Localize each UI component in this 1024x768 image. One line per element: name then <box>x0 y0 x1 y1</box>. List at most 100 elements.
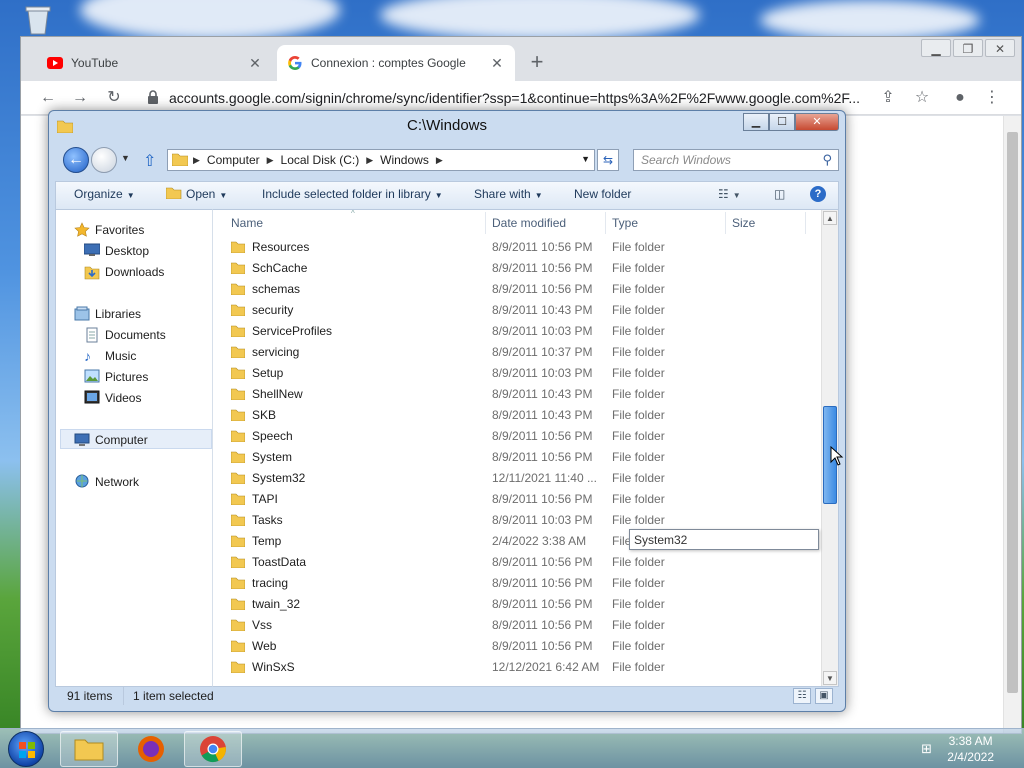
address-bar[interactable]: ▶ Computer ▶ Local Disk (C:) ▶ Windows ▶… <box>167 149 595 171</box>
file-row[interactable]: security 8/9/2011 10:43 PM File folder <box>230 300 811 321</box>
firefox-taskbar-button[interactable] <box>122 731 180 767</box>
share-with-button[interactable]: Share with ▼ <box>474 187 543 201</box>
recent-locations-icon[interactable]: ▼ <box>121 153 130 163</box>
address-bar[interactable]: accounts.google.com/signin/chrome/sync/i… <box>169 90 860 106</box>
forward-arrow-icon[interactable]: → <box>71 89 89 107</box>
file-row[interactable]: Resources 8/9/2011 10:56 PM File folder <box>230 237 811 258</box>
nav-documents[interactable]: Documents <box>84 327 166 343</box>
nav-music[interactable]: ♪ Music <box>84 348 136 364</box>
organize-button[interactable]: Organize ▼ <box>74 187 135 201</box>
maximize-button[interactable]: ❐ <box>953 39 983 57</box>
folder-icon <box>230 429 246 443</box>
bookmark-star-icon[interactable]: ☆ <box>913 89 931 107</box>
preview-pane-icon[interactable]: ◫ <box>774 187 785 201</box>
forward-button[interactable] <box>91 147 117 173</box>
file-row[interactable]: Speech 8/9/2011 10:56 PM File folder <box>230 426 811 447</box>
nav-network[interactable]: Network <box>74 474 139 490</box>
tab-google-signin[interactable]: Connexion : comptes Google ✕ <box>277 45 515 81</box>
file-row[interactable]: System32 12/11/2021 11:40 ... File folder <box>230 468 811 489</box>
breadcrumb-computer[interactable]: Computer <box>203 153 264 167</box>
open-button[interactable]: Open ▼ <box>165 187 227 201</box>
minimize-button[interactable]: ▁ <box>921 39 951 57</box>
minimize-button[interactable]: ▁ <box>743 113 769 131</box>
maximize-button[interactable]: ☐ <box>769 113 795 131</box>
nav-downloads[interactable]: Downloads <box>84 264 164 280</box>
file-row[interactable]: ToastData 8/9/2011 10:56 PM File folder <box>230 552 811 573</box>
file-row[interactable]: tracing 8/9/2011 10:56 PM File folder <box>230 573 811 594</box>
tab-youtube[interactable]: YouTube ✕ <box>37 45 273 81</box>
file-row[interactable]: TAPI 8/9/2011 10:56 PM File folder <box>230 489 811 510</box>
include-in-library-button[interactable]: Include selected folder in library ▼ <box>262 187 443 201</box>
nav-videos[interactable]: Videos <box>84 390 141 406</box>
file-row[interactable]: Setup 8/9/2011 10:03 PM File folder <box>230 363 811 384</box>
search-input[interactable]: Search Windows ⚲ <box>633 149 839 171</box>
back-arrow-icon[interactable]: ← <box>39 89 57 107</box>
new-folder-button[interactable]: New folder <box>574 187 631 201</box>
column-size[interactable]: Size <box>732 216 755 230</box>
column-type[interactable]: Type <box>612 216 638 230</box>
close-button[interactable]: ✕ <box>985 39 1015 57</box>
file-row[interactable]: ServiceProfiles 8/9/2011 10:03 PM File fol… <box>230 321 811 342</box>
page-scrollbar[interactable] <box>1003 116 1021 733</box>
chevron-right-icon[interactable]: ▶ <box>264 155 277 166</box>
start-button[interactable] <box>8 731 44 767</box>
file-row[interactable]: Web 8/9/2011 10:56 PM File folder <box>230 636 811 657</box>
file-row[interactable]: schemas 8/9/2011 10:56 PM File folder <box>230 279 811 300</box>
reload-icon[interactable]: ↻ <box>105 89 123 107</box>
nav-computer[interactable]: Computer <box>74 432 148 448</box>
nav-pictures[interactable]: Pictures <box>84 369 148 385</box>
column-divider[interactable] <box>485 212 486 234</box>
breadcrumb-windows[interactable]: Windows <box>376 153 433 167</box>
file-row[interactable]: System 8/9/2011 10:56 PM File folder <box>230 447 811 468</box>
scroll-up-icon[interactable]: ▲ <box>823 211 837 225</box>
file-type: File folder <box>612 576 665 590</box>
file-row[interactable]: twain_32 8/9/2011 10:56 PM File folder <box>230 594 811 615</box>
chevron-down-icon[interactable]: ▼ <box>581 154 590 164</box>
lock-icon[interactable] <box>147 90 161 106</box>
help-icon[interactable]: ? <box>810 186 826 202</box>
column-name[interactable]: Name <box>231 216 263 230</box>
recycle-bin-icon[interactable] <box>20 4 60 40</box>
column-date[interactable]: Date modified <box>492 216 566 230</box>
menu-dots-icon[interactable]: ⋮ <box>983 89 1001 107</box>
chevron-right-icon[interactable]: ▶ <box>433 155 446 166</box>
column-divider[interactable] <box>725 212 726 234</box>
nav-favorites[interactable]: Favorites <box>74 222 144 238</box>
column-divider[interactable] <box>805 212 806 234</box>
chrome-taskbar-button[interactable] <box>184 731 242 767</box>
large-icons-view-icon[interactable]: ▣ <box>815 688 833 704</box>
up-arrow-icon[interactable]: ⇧ <box>143 151 156 171</box>
nav-libraries[interactable]: Libraries <box>74 306 141 322</box>
breadcrumb-local-disk[interactable]: Local Disk (C:) <box>277 153 364 167</box>
chevron-right-icon[interactable]: ▶ <box>363 155 376 166</box>
refresh-button[interactable]: ⇆ <box>597 149 619 171</box>
column-divider[interactable] <box>605 212 606 234</box>
scroll-down-icon[interactable]: ▼ <box>823 671 837 685</box>
explorer-taskbar-button[interactable] <box>60 731 118 767</box>
file-row[interactable]: SchCache 8/9/2011 10:56 PM File folder <box>230 258 811 279</box>
share-icon[interactable]: ⇪ <box>879 89 897 107</box>
close-tab-icon[interactable]: ✕ <box>247 55 263 71</box>
nav-desktop[interactable]: Desktop <box>83 243 149 259</box>
close-tab-icon[interactable]: ✕ <box>489 55 505 71</box>
search-icon[interactable]: ⚲ <box>822 152 832 168</box>
folder-icon <box>230 324 246 338</box>
close-button[interactable]: ✕ <box>795 113 839 131</box>
new-tab-button[interactable]: + <box>523 49 551 77</box>
back-button[interactable]: ← <box>63 147 89 173</box>
view-options-icon[interactable]: ☷ ▼ <box>718 187 741 201</box>
chevron-right-icon[interactable]: ▶ <box>190 155 203 166</box>
file-row[interactable]: servicing 8/9/2011 10:37 PM File folder <box>230 342 811 363</box>
file-row[interactable]: SKB 8/9/2011 10:43 PM File folder <box>230 405 811 426</box>
file-row[interactable]: Vss 8/9/2011 10:56 PM File folder <box>230 615 811 636</box>
details-view-icon[interactable]: ☷ <box>793 688 811 704</box>
taskbar: ⊞ 3:38 AM 2/4/2022 <box>0 728 1024 768</box>
file-name: Vss <box>252 618 273 632</box>
file-row[interactable]: Tasks 8/9/2011 10:03 PM File folder <box>230 510 811 531</box>
profile-icon[interactable]: ● <box>951 89 969 107</box>
file-row[interactable]: ShellNew 8/9/2011 10:43 PM File folder <box>230 384 811 405</box>
network-tray-icon[interactable]: ⊞ <box>921 741 932 757</box>
system-clock[interactable]: 3:38 AM 2/4/2022 <box>947 733 994 765</box>
file-row[interactable]: WinSxS 12/12/2021 6:42 AM File folder <box>230 657 811 678</box>
scroll-thumb[interactable] <box>1007 132 1018 693</box>
